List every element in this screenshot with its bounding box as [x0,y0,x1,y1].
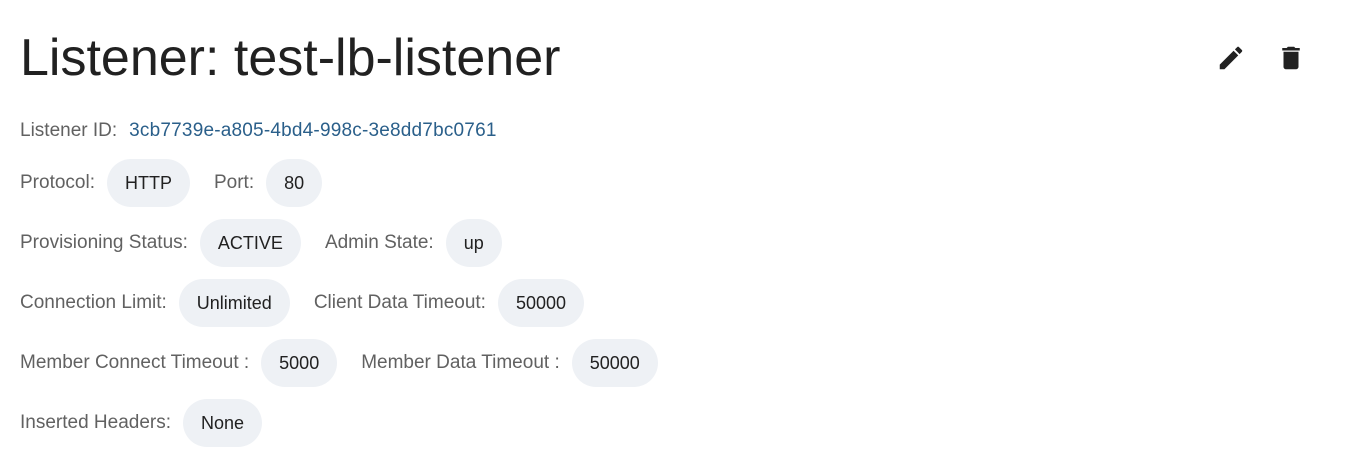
admin-state-label: Admin State: [324,232,434,253]
listener-id-row: Listener ID: 3cb7739e-a805-4bd4-998c-3e8… [20,107,497,155]
protocol-label: Protocol: [20,172,95,193]
listener-detail-page: Listener: test-lb-listener Listener ID: … [0,0,1346,462]
listener-id-value[interactable]: 3cb7739e-a805-4bd4-998c-3e8dd7bc0761 [129,120,496,142]
member-data-timeout-chip: 50000 [571,339,658,387]
provisioning-status-label: Provisioning Status: [20,232,188,253]
protocol-chip: HTTP [106,159,190,207]
trash-icon [1282,46,1300,70]
edit-button[interactable] [1214,41,1248,75]
page-header: Listener: test-lb-listener [20,26,1316,90]
admin-state-chip: up [445,219,502,267]
delete-button[interactable] [1274,41,1308,75]
page-title: Listener: test-lb-listener [20,29,561,87]
header-actions [1214,41,1316,75]
client-data-timeout-label: Client Data Timeout: [313,292,486,313]
inserted-headers-chip: None [183,399,263,447]
inserted-headers-row: Inserted Headers: None [20,399,263,447]
port-chip: 80 [266,159,323,207]
member-timeouts-row: Member Connect Timeout : 5000 Member Dat… [20,339,658,387]
limits-row: Connection Limit: Unlimited Client Data … [20,279,585,327]
provisioning-status-chip: ACTIVE [199,219,301,267]
client-data-timeout-chip: 50000 [497,279,585,327]
inserted-headers-label: Inserted Headers: [20,412,172,433]
protocol-port-row: Protocol: HTTP Port: 80 [20,159,323,207]
pencil-icon [1219,46,1243,70]
listener-id-label: Listener ID: [20,120,118,141]
member-connect-timeout-chip: 5000 [261,339,338,387]
status-row: Provisioning Status: ACTIVE Admin State:… [20,219,502,267]
connection-limit-chip: Unlimited [178,279,290,327]
member-connect-timeout-label: Member Connect Timeout : [20,352,250,373]
connection-limit-label: Connection Limit: [20,292,167,313]
member-data-timeout-label: Member Data Timeout : [361,352,560,373]
port-label: Port: [213,172,255,193]
